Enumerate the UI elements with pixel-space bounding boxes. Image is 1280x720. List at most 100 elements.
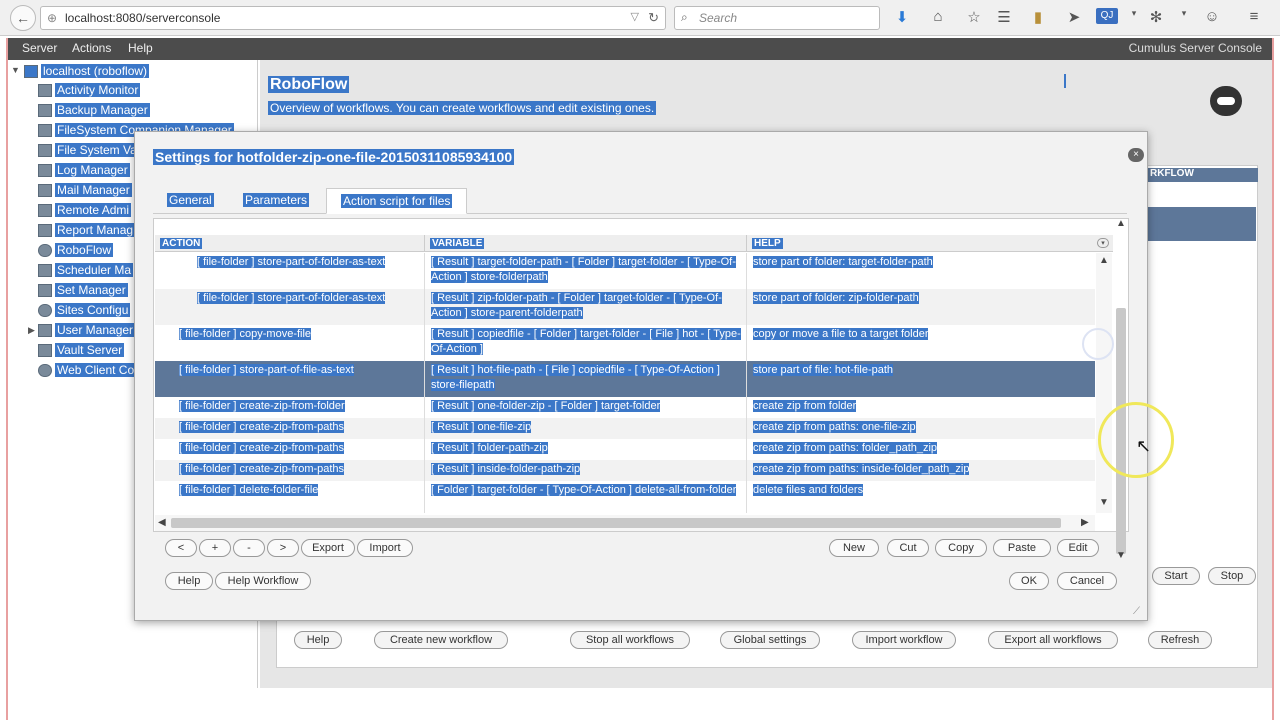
- reading-list-icon[interactable]: ☰: [994, 8, 1014, 26]
- refresh-button[interactable]: Refresh: [1148, 631, 1212, 649]
- sidebar-item-file-system-vault[interactable]: File System Va: [38, 142, 139, 160]
- sidebar-item-scheduler-manager[interactable]: Scheduler Ma: [38, 262, 134, 280]
- scroll-left-icon[interactable]: ◀: [158, 517, 166, 528]
- sidebar-item-log-manager[interactable]: Log Manager: [38, 162, 130, 180]
- table-row[interactable]: [ file-folder ] store-part-of-folder-as-…: [155, 253, 1095, 289]
- app-menubar: Server Actions Help Cumulus Server Conso…: [8, 38, 1272, 60]
- scroll-down-icon[interactable]: ▼: [1116, 550, 1126, 561]
- column-header-help[interactable]: HELP: [747, 235, 1095, 252]
- sidebar-item-sites-configuration[interactable]: Sites Configu: [38, 302, 131, 320]
- create-workflow-button[interactable]: Create new workflow: [374, 631, 508, 649]
- hamburger-menu-icon[interactable]: ≡: [1244, 8, 1264, 25]
- menu-server[interactable]: Server: [22, 41, 57, 55]
- scroll-right-icon[interactable]: ▶: [1081, 517, 1089, 528]
- close-icon[interactable]: ×: [1128, 148, 1144, 162]
- table-row-selected[interactable]: [ file-folder ] store-part-of-file-as-te…: [155, 361, 1095, 397]
- bookmark-star-icon[interactable]: ☆: [964, 8, 984, 26]
- cell-variable: [ Result ] hot-file-path - [ File ] copi…: [431, 364, 720, 391]
- expand-toggle-icon[interactable]: ▶: [28, 325, 35, 336]
- extension-icon[interactable]: ▮: [1028, 8, 1048, 26]
- sidebar-item-backup-manager[interactable]: Backup Manager: [38, 102, 150, 120]
- help-button[interactable]: Help: [294, 631, 342, 649]
- edit-button[interactable]: Edit: [1057, 539, 1099, 557]
- sidebar-item-roboflow[interactable]: RoboFlow: [38, 242, 114, 260]
- back-button[interactable]: ←: [10, 5, 36, 31]
- sidebar-item-web-client[interactable]: Web Client Co: [38, 362, 137, 380]
- export-all-workflows-button[interactable]: Export all workflows: [988, 631, 1118, 649]
- grid-horizontal-scrollbar[interactable]: ◀ ▶: [155, 515, 1095, 531]
- home-icon[interactable]: ⌂: [928, 8, 948, 25]
- menu-actions[interactable]: Actions: [72, 41, 111, 55]
- url-bar[interactable]: ⊕ localhost:8080/serverconsole ▽ ↻: [40, 6, 666, 30]
- smiley-icon[interactable]: ☺: [1202, 8, 1222, 25]
- tab-parameters[interactable]: Parameters: [229, 188, 323, 214]
- bug-icon[interactable]: ✻: [1146, 8, 1166, 26]
- tree-root[interactable]: localhost (roboflow): [24, 63, 150, 81]
- help-workflow-button[interactable]: Help Workflow: [215, 572, 311, 590]
- column-label: HELP: [752, 238, 783, 249]
- table-row[interactable]: [ file-folder ] create-zip-from-paths [ …: [155, 460, 1095, 481]
- sidebar-item-mail-manager[interactable]: Mail Manager: [38, 182, 132, 200]
- scroll-thumb[interactable]: [171, 518, 1061, 528]
- table-row[interactable]: [ file-folder ] copy-move-file [ Result …: [155, 325, 1095, 361]
- dialog-vertical-scrollbar[interactable]: ▲ ▼: [1113, 218, 1129, 562]
- tab-action-script[interactable]: Action script for files: [326, 188, 468, 214]
- export-button[interactable]: Export: [301, 539, 355, 557]
- sidebar-item-remote-admin[interactable]: Remote Admi: [38, 202, 132, 220]
- sidebar-item-label: Web Client Co: [55, 363, 137, 377]
- resize-handle-icon[interactable]: ⟋: [1133, 606, 1140, 617]
- new-button[interactable]: New: [829, 539, 879, 557]
- ok-button[interactable]: OK: [1009, 572, 1049, 590]
- mail-icon: [38, 184, 52, 198]
- reload-icon[interactable]: ↻: [648, 10, 659, 26]
- cell-action: [ file-folder ] store-part-of-folder-as-…: [197, 256, 386, 268]
- chevron-down-icon[interactable]: ▾: [1174, 8, 1194, 19]
- table-row[interactable]: [ file-folder ] create-zip-from-paths [ …: [155, 418, 1095, 439]
- grid-vertical-scrollbar[interactable]: ▲ ▼: [1096, 253, 1112, 513]
- search-input[interactable]: ⌕ Search: [674, 6, 880, 30]
- table-row[interactable]: [ file-folder ] create-zip-from-folder […: [155, 397, 1095, 418]
- global-settings-button[interactable]: Global settings: [720, 631, 820, 649]
- sidebar-item-user-manager[interactable]: User Manager: [38, 322, 136, 340]
- cell-help: create zip from folder: [753, 400, 857, 412]
- move-down-button[interactable]: >: [267, 539, 299, 557]
- import-button[interactable]: Import: [357, 539, 413, 557]
- help-button[interactable]: Help: [165, 572, 213, 590]
- sidebar-item-vault-server[interactable]: Vault Server: [38, 342, 125, 360]
- import-workflow-button[interactable]: Import workflow: [852, 631, 956, 649]
- table-row[interactable]: [ file-folder ] create-zip-from-paths [ …: [155, 439, 1095, 460]
- remove-button[interactable]: -: [233, 539, 265, 557]
- qj-extension-icon[interactable]: QJ: [1096, 8, 1118, 24]
- column-header-variable[interactable]: VARIABLE: [425, 235, 747, 252]
- copy-button[interactable]: Copy: [935, 539, 987, 557]
- add-button[interactable]: +: [199, 539, 231, 557]
- expand-toggle-icon[interactable]: ▼: [11, 65, 20, 75]
- tab-general[interactable]: General: [153, 188, 228, 214]
- table-row[interactable]: [ file-folder ] store-part-of-folder-as-…: [155, 289, 1095, 325]
- move-up-button[interactable]: <: [165, 539, 197, 557]
- sidebar-item-set-manager[interactable]: Set Manager: [38, 282, 128, 300]
- robot-icon: [38, 244, 52, 258]
- menu-help[interactable]: Help: [128, 41, 153, 55]
- scroll-up-icon[interactable]: ▲: [1099, 255, 1109, 266]
- column-menu-icon[interactable]: ▾: [1097, 238, 1109, 248]
- send-icon[interactable]: ➤: [1064, 8, 1084, 26]
- chevron-down-icon[interactable]: ▾: [1124, 8, 1144, 19]
- workflow-row-selected[interactable]: [1140, 207, 1256, 241]
- scroll-up-icon[interactable]: ▲: [1116, 218, 1126, 229]
- sidebar-item-activity-monitor[interactable]: Activity Monitor: [38, 82, 141, 100]
- column-header-action[interactable]: ACTION: [155, 235, 425, 252]
- paste-button[interactable]: Paste: [993, 539, 1051, 557]
- stop-button[interactable]: Stop: [1208, 567, 1256, 585]
- cut-button[interactable]: Cut: [887, 539, 929, 557]
- sidebar-item-label: Remote Admi: [55, 203, 132, 217]
- download-icon[interactable]: ⬇: [892, 8, 912, 26]
- sidebar-item-report-manager[interactable]: Report Manag: [38, 222, 136, 240]
- start-button[interactable]: Start: [1152, 567, 1200, 585]
- dropdown-arrow-icon[interactable]: ▽: [631, 10, 639, 23]
- table-row[interactable]: [ file-folder ] delete-folder-file [ Fol…: [155, 481, 1095, 513]
- dialog-title-text: Settings for hotfolder-zip-one-file-2015…: [153, 149, 515, 165]
- scroll-down-icon[interactable]: ▼: [1099, 497, 1109, 508]
- stop-all-workflows-button[interactable]: Stop all workflows: [570, 631, 690, 649]
- cancel-button[interactable]: Cancel: [1057, 572, 1117, 590]
